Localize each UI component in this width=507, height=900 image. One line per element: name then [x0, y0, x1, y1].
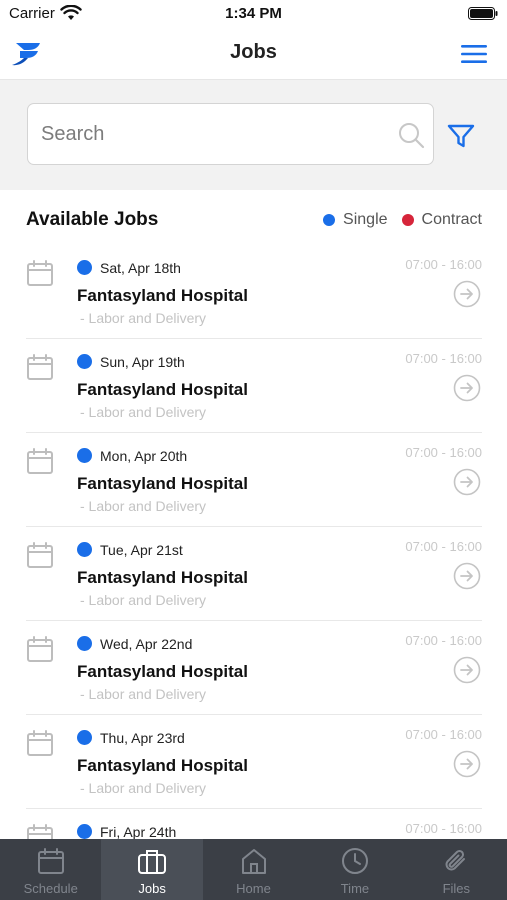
arrow-right-circle-icon[interactable] — [453, 468, 481, 496]
job-date: Mon, Apr 20th — [100, 448, 188, 464]
job-date: Sun, Apr 19th — [100, 354, 185, 370]
job-time: 07:00 - 16:00 — [405, 539, 482, 554]
arrow-right-circle-icon[interactable] — [453, 656, 481, 684]
job-list: Sat, Apr 18th 07:00 - 16:00 Fantasyland … — [26, 245, 482, 900]
tab-files-label: Files — [442, 881, 471, 896]
tab-home-label: Home — [236, 881, 271, 896]
job-list-item[interactable]: Sun, Apr 19th 07:00 - 16:00 Fantasyland … — [26, 339, 482, 433]
search-input[interactable] — [41, 118, 381, 150]
job-department: - Labor and Delivery — [80, 498, 207, 514]
job-department: - Labor and Delivery — [80, 686, 207, 702]
job-date: Wed, Apr 22nd — [100, 636, 193, 652]
arrow-right-circle-icon[interactable] — [453, 562, 481, 590]
briefcase-icon — [138, 850, 167, 874]
calendar-icon — [27, 730, 53, 756]
job-type-dot — [77, 824, 92, 839]
calendar-icon — [27, 354, 53, 380]
job-time: 07:00 - 16:00 — [405, 821, 482, 836]
job-date: Thu, Apr 23rd — [100, 730, 185, 746]
legend-item-contract: Contract — [401, 211, 482, 229]
calendar-icon — [27, 636, 53, 662]
job-date: Tue, Apr 21st — [100, 542, 183, 558]
legend-label-contract: Contract — [421, 211, 482, 228]
tab-jobs[interactable]: Jobs — [101, 839, 203, 900]
arrow-right-circle-icon[interactable] — [453, 280, 481, 308]
calendar-icon — [27, 260, 53, 286]
job-type-dot — [77, 260, 92, 275]
navigation-bar: Jobs — [0, 28, 507, 80]
section-header: Available Jobs Single Contract — [26, 205, 482, 235]
tab-schedule[interactable]: Schedule — [0, 839, 101, 900]
job-list-item[interactable]: Mon, Apr 20th 07:00 - 16:00 Fantasyland … — [26, 433, 482, 527]
legend-dot-contract — [401, 214, 414, 226]
tab-time-label: Time — [340, 881, 370, 896]
job-type-legend: Single Contract — [309, 211, 482, 229]
job-time: 07:00 - 16:00 — [405, 351, 482, 366]
job-type-dot — [77, 730, 92, 745]
page-title: Jobs — [230, 41, 277, 63]
job-time: 07:00 - 16:00 — [405, 633, 482, 648]
job-hospital: Fantasyland Hospital — [77, 756, 248, 775]
search-box[interactable] — [27, 103, 434, 165]
legend-dot-single — [323, 214, 336, 226]
job-hospital: Fantasyland Hospital — [77, 474, 248, 493]
arrow-right-circle-icon[interactable] — [453, 750, 481, 778]
job-hospital: Fantasyland Hospital — [77, 286, 248, 305]
job-type-dot — [77, 354, 92, 369]
job-list-item[interactable]: Thu, Apr 23rd 07:00 - 16:00 Fantasyland … — [26, 715, 482, 809]
paperclip-icon — [445, 849, 466, 871]
arrow-right-circle-icon[interactable] — [453, 374, 481, 402]
calendar-icon — [27, 448, 53, 474]
job-list-item[interactable]: Sat, Apr 18th 07:00 - 16:00 Fantasyland … — [26, 245, 482, 339]
job-department: - Labor and Delivery — [80, 404, 207, 420]
calendar-icon — [27, 542, 53, 568]
legend-label-single: Single — [343, 211, 388, 228]
section-title: Available Jobs — [26, 209, 159, 230]
tab-files[interactable]: Files — [406, 839, 507, 900]
job-type-dot — [77, 636, 92, 651]
job-type-dot — [77, 542, 92, 557]
job-list-item[interactable]: Tue, Apr 21st 07:00 - 16:00 Fantasyland … — [26, 527, 482, 621]
calendar-icon — [37, 848, 64, 874]
job-list-item[interactable]: Wed, Apr 22nd 07:00 - 16:00 Fantasyland … — [26, 621, 482, 715]
battery-icon — [468, 7, 498, 20]
filter-icon[interactable] — [446, 121, 476, 151]
job-hospital: Fantasyland Hospital — [77, 662, 248, 681]
clock-icon — [341, 848, 368, 874]
job-department: - Labor and Delivery — [80, 310, 207, 326]
job-department: - Labor and Delivery — [80, 592, 207, 608]
job-date: Sat, Apr 18th — [100, 260, 181, 276]
hamburger-menu-icon[interactable] — [461, 43, 487, 65]
home-icon — [241, 849, 266, 874]
search-icon[interactable] — [397, 121, 425, 149]
job-hospital: Fantasyland Hospital — [77, 568, 248, 587]
job-type-dot — [77, 448, 92, 463]
tab-jobs-label: Jobs — [138, 881, 166, 896]
search-area — [0, 80, 507, 190]
job-hospital: Fantasyland Hospital — [77, 380, 248, 399]
tab-home[interactable]: Home — [203, 839, 304, 900]
job-date: Fri, Apr 24th — [100, 824, 177, 840]
job-time: 07:00 - 16:00 — [405, 257, 482, 272]
tab-schedule-label: Schedule — [23, 881, 78, 896]
status-bar: Carrier 1:34 PM — [0, 0, 507, 28]
job-time: 07:00 - 16:00 — [405, 445, 482, 460]
job-time: 07:00 - 16:00 — [405, 727, 482, 742]
status-time: 1:34 PM — [225, 5, 282, 22]
legend-item-single: Single — [323, 211, 388, 229]
bottom-tab-bar: Schedule Jobs Home Time Files — [0, 839, 507, 900]
job-department: - Labor and Delivery — [80, 780, 207, 796]
tab-time[interactable]: Time — [304, 839, 405, 900]
